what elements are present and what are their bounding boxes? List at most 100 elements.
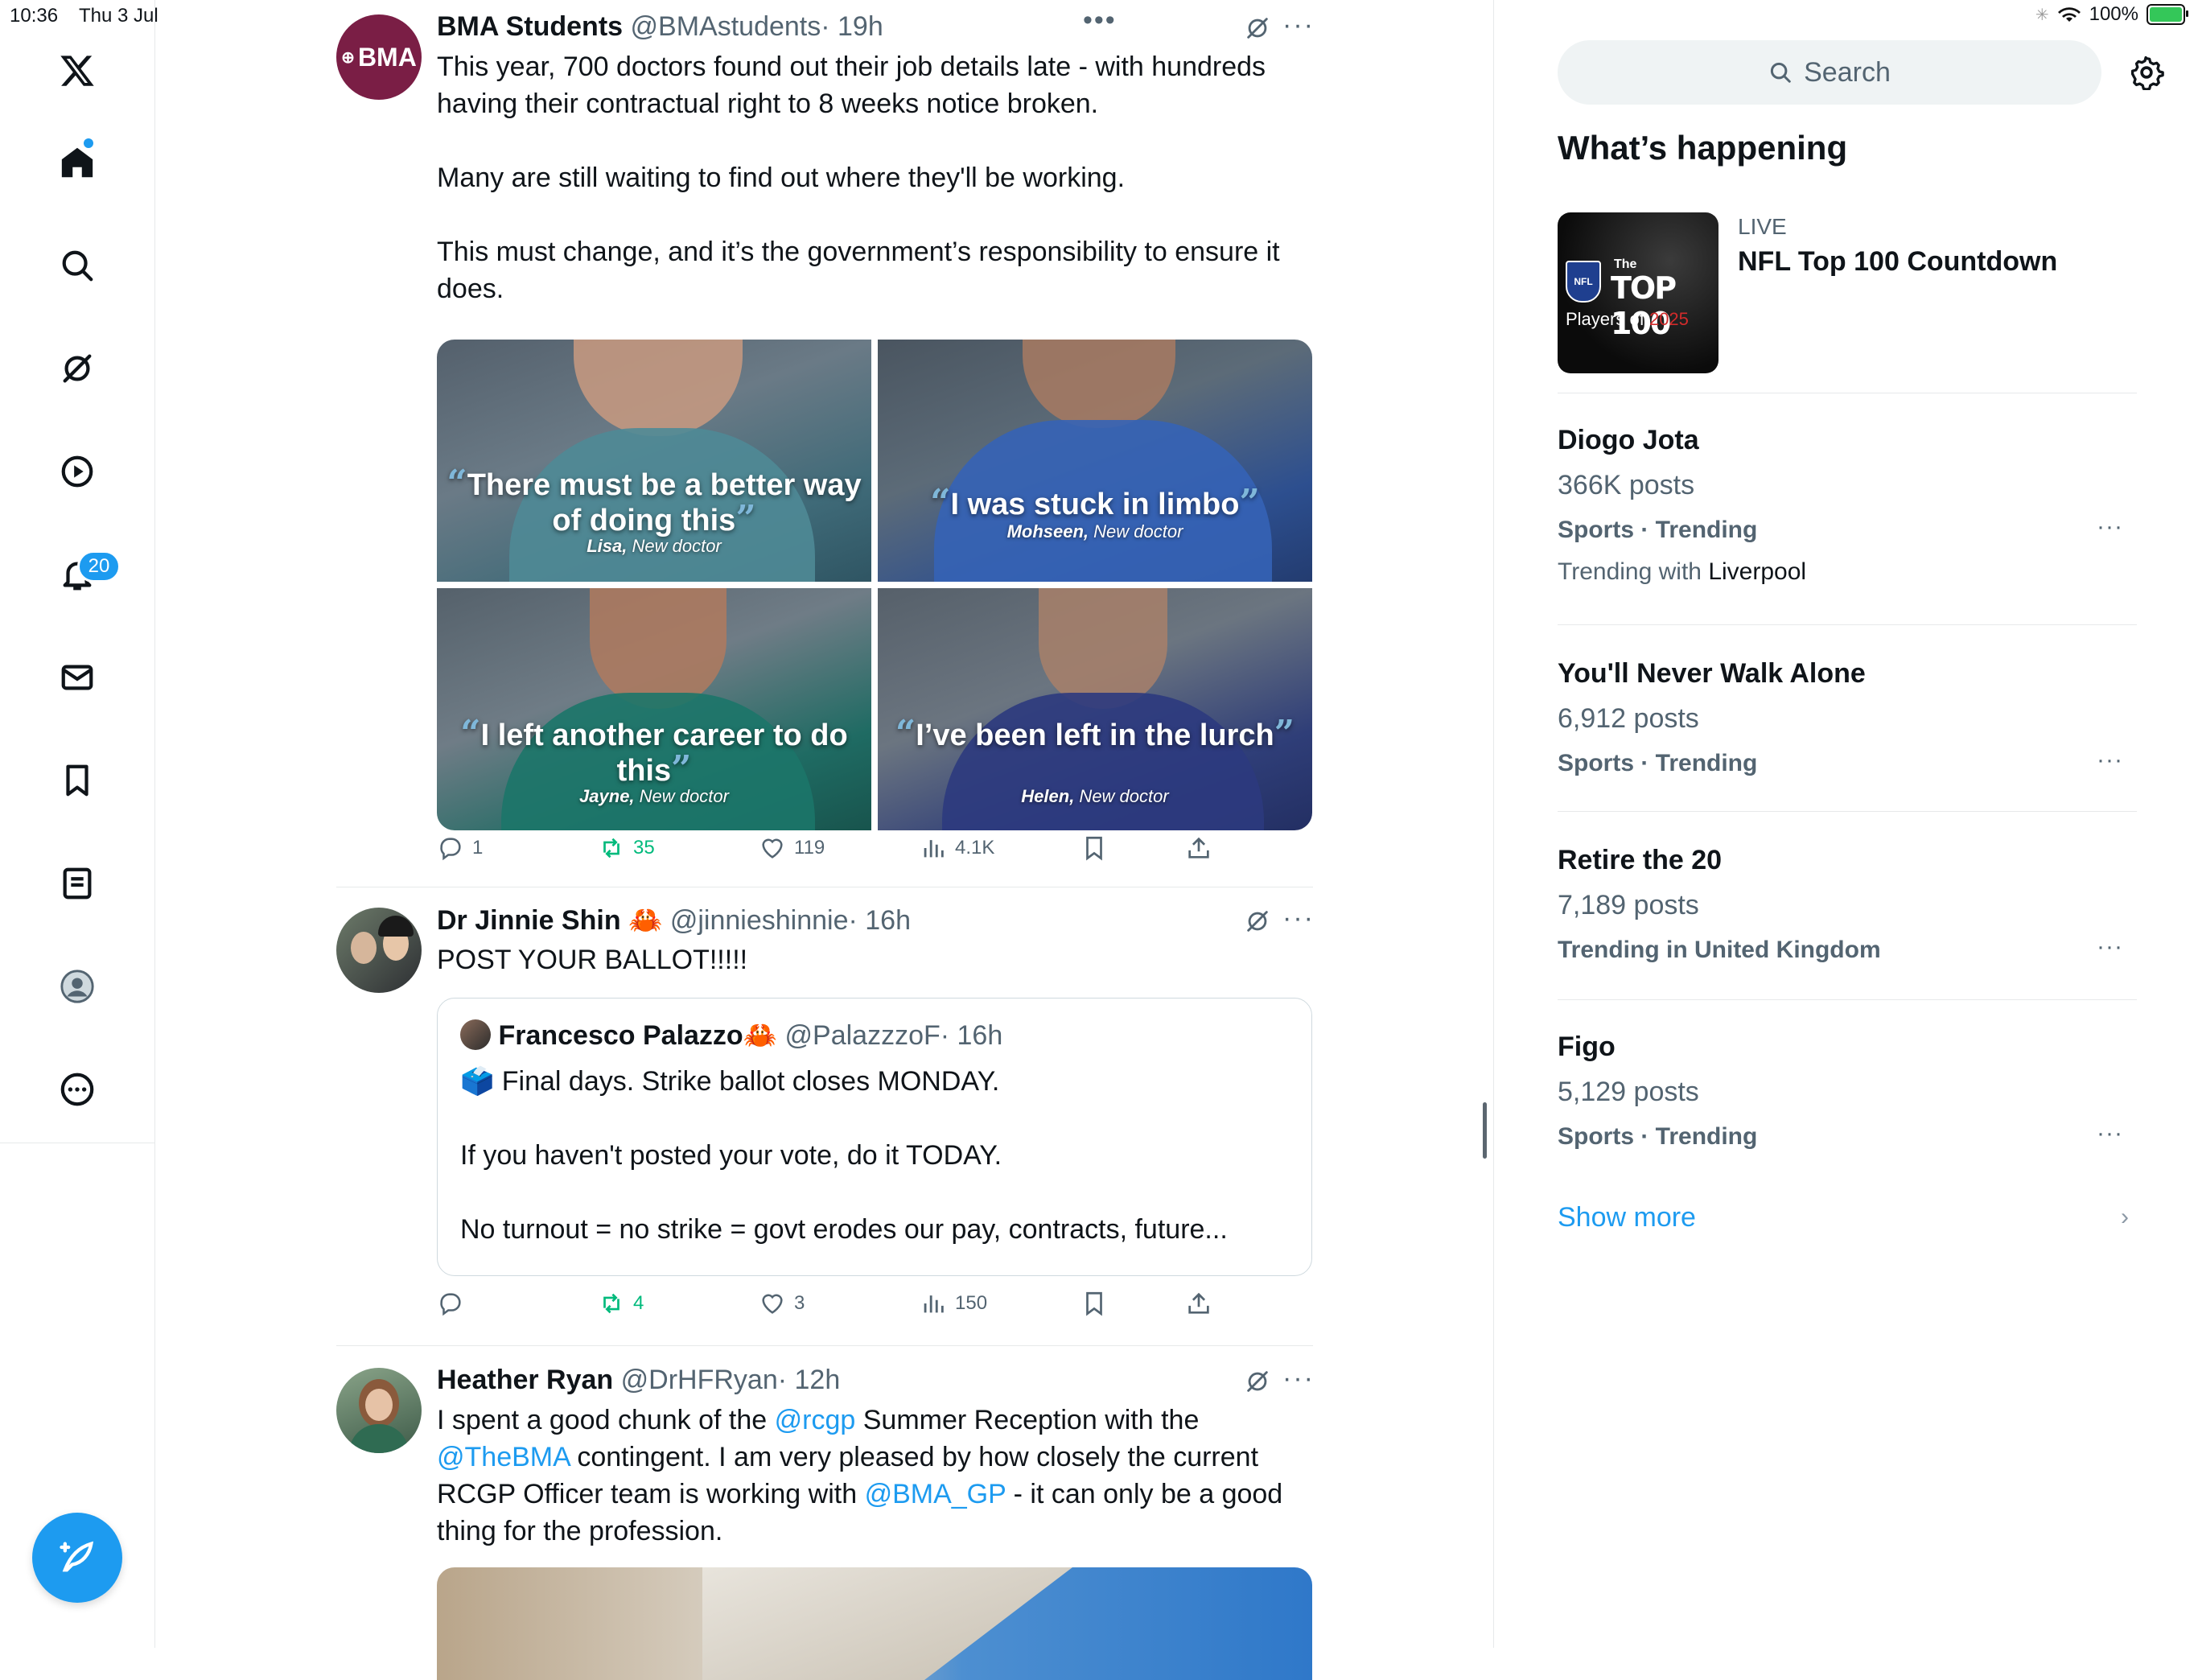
trend-context: Sports · Trending	[1558, 1123, 1758, 1150]
search-icon	[1771, 62, 1791, 83]
wifi-icon	[2057, 7, 2081, 22]
trend-posts: 5,129 posts	[1558, 1077, 1699, 1107]
quoted-handle[interactable]: @PalazzzoF	[785, 1020, 941, 1051]
show-more-link[interactable]: Show more	[1558, 1202, 1696, 1233]
crab-emoji: 🦀	[743, 1020, 778, 1051]
like-count: 3	[794, 1292, 805, 1314]
quoted-tweet[interactable]: Francesco Palazzo🦀 @PalazzzoF· 16h 🗳️ Fi…	[437, 998, 1312, 1276]
trend-divider	[1558, 811, 2137, 812]
mention-link[interactable]: @BMA_GP	[865, 1479, 1006, 1509]
media-image[interactable]: “There must be a better way of doing thi…	[437, 340, 871, 582]
compose-button[interactable]	[32, 1513, 122, 1603]
x-logo-icon[interactable]	[51, 45, 103, 97]
reply-button[interactable]: 1	[437, 830, 483, 866]
views-button[interactable]: 150	[920, 1286, 987, 1321]
live-event-thumbnail[interactable]: NFL The TOP 100 Players of 2025	[1558, 212, 1718, 373]
share-button[interactable]	[1185, 1286, 1212, 1321]
more-icon[interactable]: ···	[1282, 1363, 1315, 1394]
media-image[interactable]	[437, 1567, 1312, 1680]
reply-button[interactable]	[437, 1286, 472, 1321]
search-icon[interactable]	[51, 240, 103, 291]
trend-posts: 6,912 posts	[1558, 703, 1699, 734]
avatar[interactable]	[336, 908, 422, 993]
views-icon	[924, 1295, 944, 1313]
mention-link[interactable]: @TheBMA	[437, 1442, 570, 1472]
tweet-divider	[336, 1345, 1313, 1346]
messages-icon[interactable]	[51, 652, 103, 703]
bookmark-button[interactable]	[1080, 830, 1108, 866]
views-button[interactable]: 4.1K	[920, 830, 994, 866]
thumb-text: TOP 100	[1611, 270, 1677, 341]
author-name[interactable]: Dr Jinnie Shin	[437, 905, 621, 936]
more-options-icon[interactable]	[51, 1064, 103, 1115]
settings-gear-icon[interactable]	[2129, 55, 2164, 90]
tweet-header: Heather Ryan @DrHFRyan· 12h	[437, 1365, 840, 1396]
chevron-right-icon: ›	[2121, 1204, 2129, 1230]
media-quote: “There must be a better way of doing thi…	[447, 463, 862, 539]
quoted-avatar[interactable]	[460, 1019, 491, 1050]
search-placeholder: Search	[1804, 56, 1891, 88]
author-handle[interactable]: @BMAstudents	[631, 11, 821, 42]
repost-button[interactable]: 4	[598, 1286, 644, 1321]
home-icon[interactable]	[51, 137, 103, 188]
trend-more-icon[interactable]: ···	[2097, 933, 2123, 961]
left-nav: 20	[0, 0, 155, 1648]
grok-icon[interactable]	[1244, 908, 1271, 935]
trend-more-icon[interactable]: ···	[2097, 513, 2123, 541]
media-image[interactable]: “I left another career to do this” Jayne…	[437, 588, 871, 830]
trend-related-link[interactable]: Liverpool	[1708, 558, 1806, 585]
bookmark-button[interactable]	[1080, 1286, 1108, 1321]
quoted-text: 🗳️ Final days. Strike ballot closes MOND…	[460, 1066, 1228, 1245]
author-handle[interactable]: @DrHFRyan	[621, 1365, 778, 1395]
trend-more-icon[interactable]: ···	[2097, 747, 2123, 774]
media-image[interactable]: “I was stuck in limbo” Mohseen, New doct…	[878, 340, 1312, 582]
trend-context: Trending in United Kingdom	[1558, 937, 1881, 963]
heart-icon	[762, 1294, 783, 1314]
like-button[interactable]: 119	[759, 830, 825, 866]
avatar[interactable]: ⊕ BMA	[336, 14, 422, 100]
battery-icon	[2147, 4, 2188, 25]
lists-icon[interactable]	[51, 858, 103, 909]
share-icon	[1188, 1292, 1209, 1314]
trend-name: You'll Never Walk Alone	[1558, 658, 1866, 689]
author-name[interactable]: BMA Students	[437, 11, 623, 42]
author-handle[interactable]: @jinnieshinnie	[670, 905, 849, 936]
media-caption: Mohseen, New doctor	[1006, 521, 1183, 541]
media-image[interactable]: “I’ve been left in the lurch” Helen, New…	[878, 588, 1312, 830]
tweet-time: · 12h	[777, 1365, 841, 1395]
views-icon	[924, 840, 944, 858]
battery-percent: 100%	[2089, 3, 2138, 25]
repost-count: 4	[633, 1292, 644, 1314]
quoted-author-name[interactable]: Francesco Palazzo	[498, 1020, 743, 1051]
profile-icon[interactable]	[51, 961, 103, 1012]
like-button[interactable]: 3	[759, 1286, 805, 1321]
live-event-title[interactable]: NFL Top 100 Countdown	[1738, 246, 2057, 278]
bookmark-icon	[1086, 1291, 1102, 1316]
bookmarks-icon[interactable]	[51, 755, 103, 806]
media-grid[interactable]: “There must be a better way of doing thi…	[437, 340, 1312, 830]
media-caption: Helen, New doctor	[1021, 786, 1169, 806]
more-icon[interactable]: ···	[1282, 903, 1315, 934]
search-box[interactable]: Search	[1558, 40, 2101, 105]
like-count: 119	[794, 837, 825, 859]
trend-more-icon[interactable]: ···	[2097, 1120, 2123, 1147]
mention-link[interactable]: @rcgp	[775, 1405, 856, 1435]
more-icon[interactable]: ···	[1282, 10, 1315, 41]
trend-with: Trending with Liverpool	[1558, 558, 1807, 585]
tweet-text: I spent a good chunk of the @rcgp Summer…	[437, 1405, 1290, 1546]
grok-icon[interactable]	[1244, 1368, 1271, 1395]
video-icon[interactable]	[51, 446, 103, 497]
multitasking-dots[interactable]: •••	[1083, 5, 1117, 36]
author-name[interactable]: Heather Ryan	[437, 1365, 613, 1395]
avatar[interactable]	[336, 1368, 422, 1453]
share-button[interactable]	[1185, 830, 1212, 866]
view-count: 150	[955, 1292, 988, 1314]
grok-icon[interactable]	[51, 343, 103, 394]
trend-name: Diogo Jota	[1558, 425, 1699, 455]
repost-button[interactable]: 35	[598, 830, 655, 866]
grok-icon[interactable]	[1244, 14, 1271, 42]
notifications-badge: 20	[77, 550, 121, 583]
split-view-handle[interactable]	[1483, 1102, 1487, 1159]
trend-name: Retire the 20	[1558, 845, 1723, 875]
media-caption: Jayne, New doctor	[579, 786, 729, 806]
